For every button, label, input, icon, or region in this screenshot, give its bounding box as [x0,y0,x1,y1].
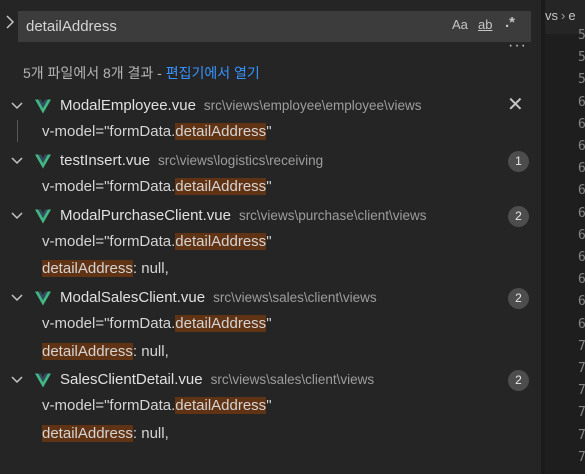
file-name[interactable]: SalesClientDetail.vue [60,371,203,388]
match-suffix: : null, [132,260,169,278]
results-summary: 5개 파일에서 8개 결과 - 편집기에서 열기 [23,63,260,83]
file-result-row[interactable]: ModalPurchaseClient.vue src\views\purchas… [0,205,541,228]
line-number: 6 [578,294,585,310]
results-count-text: 5개 파일에서 8개 결과 - [23,65,166,81]
vue-file-icon [35,291,51,306]
match-count-badge: 2 [508,370,529,391]
match-line[interactable]: v-model="formData.detailAddress" [42,315,272,337]
search-input[interactable]: detailAddress Aa ab .* [18,11,531,42]
line-number: 6 [578,116,585,132]
match-count-badge: 1 [508,150,529,172]
file-path: src\views\sales\client\views [210,372,375,387]
line-number: 7 [578,361,585,376]
breadcrumb-segment[interactable]: vs [545,8,558,23]
chevron-down-icon[interactable] [10,209,24,223]
match-suffix: : null, [132,424,169,442]
line-number: 6 [578,272,585,288]
vue-file-icon [35,154,51,169]
match-line[interactable]: v-model="formData.detailAddress" [42,178,272,200]
match-highlight: detailAddress [175,123,267,141]
file-name[interactable]: ModalEmployee.vue [60,97,196,114]
line-number: 7 [578,405,585,421]
match-prefix: v-model="formData. [42,123,176,141]
match-count-badge: 2 [508,287,529,309]
line-number: 6 [578,183,585,199]
match-suffix: : null, [132,342,169,360]
file-path: src\views\employee\employee\views [203,98,422,113]
match-highlight: detailAddress [42,424,133,442]
file-path: src\views\logistics\receiving [158,152,324,168]
vue-file-icon [35,373,51,388]
dismiss-close-icon[interactable]: ✕ [507,92,524,117]
line-number: 7 [578,449,585,465]
match-highlight: detailAddress [175,315,267,333]
match-prefix: v-model="formData. [42,315,176,333]
chevron-down-icon[interactable] [10,99,24,113]
match-highlight: detailAddress [175,397,267,415]
match-line[interactable]: v-model="formData.detailAddress" [42,397,272,419]
line-number: 6 [578,94,585,110]
line-number: 6 [578,161,585,177]
search-query-text[interactable]: detailAddress [26,18,117,35]
match-prefix: v-model="formData. [42,397,176,415]
file-result-row[interactable]: ModalEmployee.vue src\views\employee\empl… [0,94,541,118]
line-number: 6 [578,227,585,243]
file-result-row[interactable]: testInsert.vue src\views\logistics\receiv… [0,150,541,173]
line-number: 6 [578,316,585,332]
chevron-down-icon[interactable] [10,154,24,168]
line-number: 5 [578,72,585,88]
match-suffix: " [266,233,272,250]
match-suffix: " [266,178,272,196]
open-in-editor-link[interactable]: 편집기에서 열기 [166,65,260,81]
toggle-replace-chevron-icon[interactable] [3,14,17,30]
match-prefix: v-model="formData. [42,233,176,250]
vue-file-icon [35,209,51,224]
match-line[interactable]: detailAddress: null, [42,342,169,365]
search-panel: detailAddress Aa ab .* ··· 5개 파일에서 8개 결과… [0,0,541,474]
match-line[interactable]: v-model="formData.detailAddress" [42,233,272,255]
line-number: 6 [578,205,585,221]
vue-file-icon [35,99,51,114]
line-number: 7 [578,338,585,354]
more-actions-icon[interactable]: ··· [508,37,527,55]
file-name[interactable]: ModalSalesClient.vue [60,289,205,306]
match-count-badge: 2 [508,205,529,227]
file-name[interactable]: testInsert.vue [60,152,150,169]
chevron-down-icon[interactable] [10,373,24,387]
file-result-row[interactable]: ModalSalesClient.vue src\views\sales\clie… [0,287,541,310]
file-path: src\views\purchase\client\views [238,207,427,223]
line-number: 6 [578,139,585,154]
match-highlight: detailAddress [42,260,133,278]
file-name[interactable]: ModalPurchaseClient.vue [60,207,231,224]
match-highlight: detailAddress [42,342,133,360]
match-suffix: " [266,315,272,333]
line-number: 6 [578,250,585,265]
match-prefix: v-model="formData. [42,178,176,196]
editor-area: vs › e 5 5 5 6 6 6 6 6 6 6 6 6 6 6 7 7 7 7 7 7 [545,0,585,474]
file-path: src\views\sales\client\views [213,289,377,305]
breadcrumb-segment[interactable]: e [568,8,575,23]
match-highlight: detailAddress [175,233,267,250]
file-result-row[interactable]: SalesClientDetail.vue src\views\sales\cli… [0,370,541,392]
match-line[interactable]: detailAddress: null, [42,424,169,447]
chevron-down-icon[interactable] [10,291,24,305]
breadcrumb-chevron-icon: › [561,8,566,23]
indent-guide [17,120,18,142]
match-suffix: " [266,123,272,141]
match-line[interactable]: detailAddress: null, [42,260,169,282]
use-regex-icon[interactable]: .* [505,14,515,31]
line-number: 5 [578,50,585,66]
match-suffix: " [266,397,272,415]
match-highlight: detailAddress [175,178,267,196]
match-whole-word-icon[interactable]: ab [478,17,492,32]
line-number: 7 [578,383,585,399]
line-number: 5 [578,28,585,43]
match-case-icon[interactable]: Aa [452,17,468,32]
line-number: 7 [578,427,585,443]
match-line[interactable]: v-model="formData.detailAddress" [42,123,272,145]
